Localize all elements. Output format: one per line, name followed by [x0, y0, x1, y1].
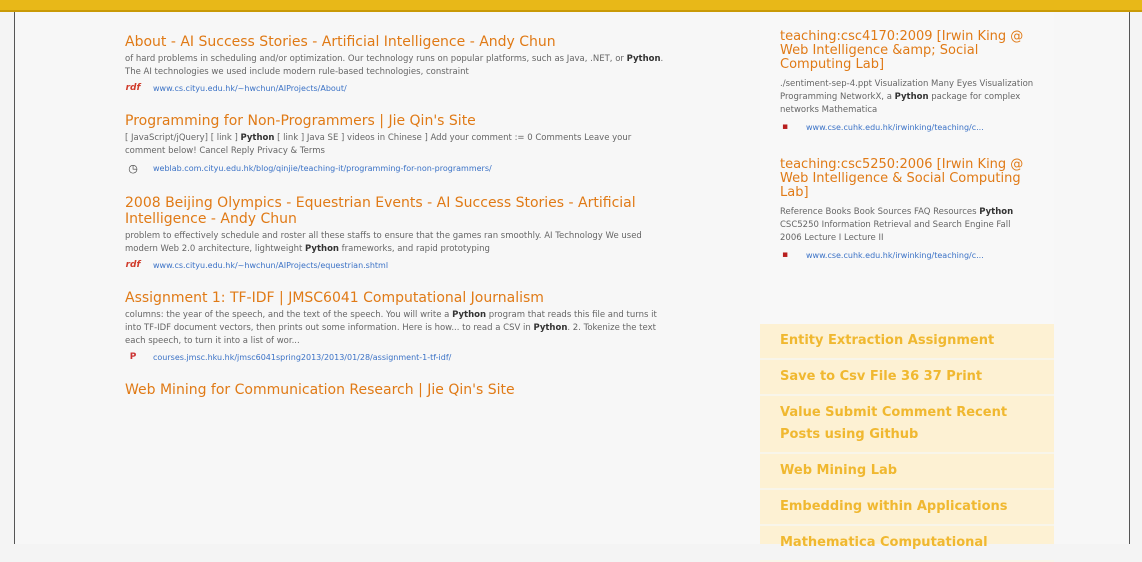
pdf-icon: rdf [125, 83, 141, 93]
result-title-link[interactable]: 2008 Beijing Olympics - Equestrian Event… [125, 195, 665, 227]
result-snippet: of hard problems in scheduling and/or op… [125, 54, 664, 77]
sidebar-result-url[interactable]: www.cse.cuhk.edu.hk/irwinking/teaching/c… [806, 123, 984, 132]
sidebar-result-url[interactable]: www.cse.cuhk.edu.hk/irwinking/teaching/c… [806, 251, 984, 260]
result-title-link[interactable]: Web Mining for Communication Research | … [125, 382, 665, 398]
sidebar-result-url-row[interactable]: ▪ www.cse.cuhk.edu.hk/irwinking/teaching/… [780, 250, 1034, 260]
result-url-row[interactable]: rdf www.cs.cityu.edu.hk/~hwchun/AIProject… [125, 260, 665, 270]
result-url[interactable]: www.cs.cityu.edu.hk/~hwchun/AIProjects/e… [153, 261, 388, 270]
sidebar-result: teaching:csc5250:2006 [Irwin King @ Web … [760, 132, 1054, 261]
pdf-icon: rdf [125, 260, 141, 270]
result-title-link[interactable]: About - AI Success Stories - Artificial … [125, 34, 665, 50]
related-topic-link[interactable]: Value Submit Comment Recent Posts using … [760, 396, 1054, 454]
related-topic-link[interactable]: Mathematica Computational [760, 526, 1054, 562]
search-result: 2008 Beijing Olympics - Equestrian Event… [125, 195, 665, 270]
related-topics: Entity Extraction Assignment Save to Csv … [760, 324, 1054, 562]
result-snippet: columns: the year of the speech, and the… [125, 310, 657, 346]
result-url-row[interactable]: ◷ weblab.com.cityu.edu.hk/blog/qinjie/tea… [125, 162, 665, 175]
ppt-icon: P [129, 352, 137, 362]
result-snippet: problem to effectively schedule and rost… [125, 231, 642, 254]
clock-icon: ◷ [128, 162, 138, 175]
search-results: About - AI Success Stories - Artificial … [125, 34, 665, 418]
result-url[interactable]: weblab.com.cityu.edu.hk/blog/qinjie/teac… [153, 164, 492, 173]
sidebar-result-url-row[interactable]: ▪ www.cse.cuhk.edu.hk/irwinking/teaching/… [780, 122, 1034, 132]
result-snippet: [ JavaScript/jQuery] [ link ] Python [ l… [125, 133, 632, 156]
related-topic-link[interactable]: Save to Csv File 36 37 Print [760, 360, 1054, 396]
search-result: Programming for Non-Programmers | Jie Qi… [125, 113, 665, 175]
top-accent-bar [0, 0, 1142, 12]
result-url-row[interactable]: Pcourses.jmsc.hku.hk/jmsc6041spring2013/… [125, 352, 665, 362]
bookmark-icon: ▪ [781, 122, 789, 132]
sidebar-result-title-link[interactable]: teaching:csc5250:2006 [Irwin King @ Web … [780, 158, 1034, 200]
related-topic-link[interactable]: Entity Extraction Assignment [760, 324, 1054, 360]
sidebar-result-snippet: ./sentiment-sep-4.ppt Visualization Many… [780, 79, 1034, 115]
sidebar: teaching:csc4170:2009 [Irwin King @ Web … [760, 12, 1054, 562]
result-title-link[interactable]: Programming for Non-Programmers | Jie Qi… [125, 113, 665, 129]
related-topic-link[interactable]: Web Mining Lab [760, 454, 1054, 490]
search-result: Assignment 1: TF-IDF | JMSC6041 Computat… [125, 290, 665, 362]
result-url[interactable]: www.cs.cityu.edu.hk/~hwchun/AIProjects/A… [153, 84, 347, 93]
sidebar-results: teaching:csc4170:2009 [Irwin King @ Web … [760, 12, 1054, 261]
related-topic-link[interactable]: Embedding within Applications [760, 490, 1054, 526]
result-url-row[interactable]: rdf www.cs.cityu.edu.hk/~hwchun/AIProject… [125, 83, 665, 93]
search-result: About - AI Success Stories - Artificial … [125, 34, 665, 93]
sidebar-result-title-link[interactable]: teaching:csc4170:2009 [Irwin King @ Web … [780, 30, 1034, 72]
sidebar-result: teaching:csc4170:2009 [Irwin King @ Web … [760, 12, 1054, 133]
result-title-link[interactable]: Assignment 1: TF-IDF | JMSC6041 Computat… [125, 290, 665, 306]
result-url[interactable]: courses.jmsc.hku.hk/jmsc6041spring2013/2… [153, 353, 451, 362]
bookmark-icon: ▪ [781, 250, 789, 260]
sidebar-result-snippet: Reference Books Book Sources FAQ Resourc… [780, 207, 1014, 243]
search-result: Web Mining for Communication Research | … [125, 382, 665, 398]
